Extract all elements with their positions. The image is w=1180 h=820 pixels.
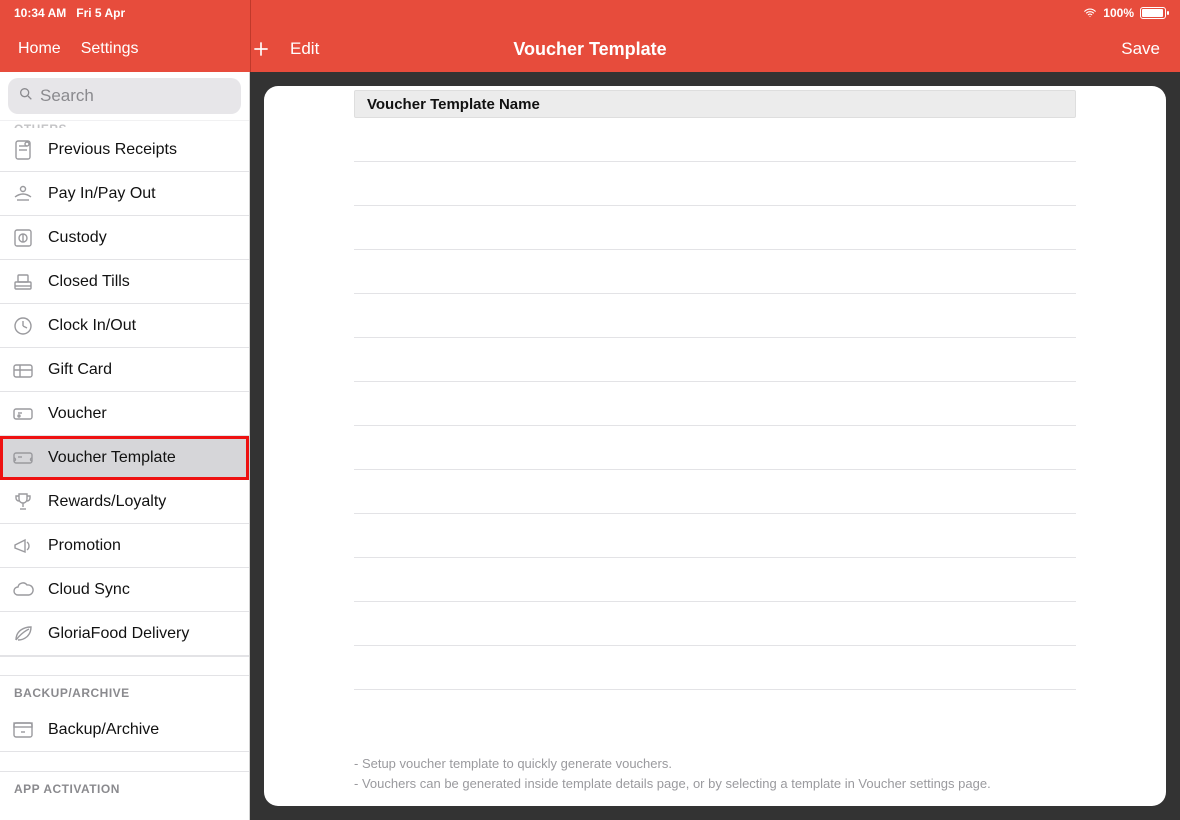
table-row[interactable] — [354, 250, 1076, 294]
section-header-backup: BACKUP/ARCHIVE — [0, 676, 249, 708]
table-row[interactable] — [354, 382, 1076, 426]
sidebar-item-clock-in-out[interactable]: Clock In/Out — [0, 304, 249, 348]
battery-icon — [1140, 7, 1166, 19]
search-placeholder: Search — [40, 86, 94, 106]
sidebar-item-label: GloriaFood Delivery — [48, 625, 189, 643]
archive-icon — [10, 717, 36, 743]
voucher-template-table-body — [354, 118, 1076, 744]
table-row[interactable] — [354, 338, 1076, 382]
megaphone-icon — [10, 533, 36, 559]
table-row[interactable] — [354, 294, 1076, 338]
payinout-icon — [10, 181, 36, 207]
table-row[interactable] — [354, 162, 1076, 206]
sidebar-item-cloud-sync[interactable]: Cloud Sync — [0, 568, 249, 612]
table-row[interactable] — [354, 514, 1076, 558]
sidebar-item-rewards-loyalty[interactable]: Rewards/Loyalty — [0, 480, 249, 524]
sidebar-item-gift-card[interactable]: Gift Card — [0, 348, 249, 392]
sidebar-item-gloriafood-delivery[interactable]: GloriaFood Delivery — [0, 612, 249, 656]
search-input[interactable]: Search — [8, 78, 241, 114]
page-title: Voucher Template — [513, 39, 666, 60]
table-row[interactable] — [354, 470, 1076, 514]
status-time: 10:34 AM — [14, 6, 66, 20]
sidebar-item-promotion[interactable]: Promotion — [0, 524, 249, 568]
sidebar-item-label: Pay In/Pay Out — [48, 185, 156, 203]
sidebar-item-label: Closed Tills — [48, 273, 130, 291]
sidebar-item-label: Promotion — [48, 537, 121, 555]
table-row[interactable] — [354, 206, 1076, 250]
sidebar-item-label: Gift Card — [48, 361, 112, 379]
sidebar-item-label: Voucher — [48, 405, 107, 423]
search-icon — [18, 86, 34, 107]
nav-settings-button[interactable]: Settings — [81, 40, 139, 58]
safe-icon — [10, 225, 36, 251]
sidebar-item-backup-archive[interactable]: Backup/Archive — [0, 708, 249, 752]
section-header-activation: APP ACTIVATION — [0, 772, 249, 804]
add-button[interactable] — [250, 38, 272, 60]
sidebar-item-custody[interactable]: Custody — [0, 216, 249, 260]
battery-percent: 100% — [1103, 6, 1134, 20]
save-button[interactable]: Save — [1121, 39, 1160, 59]
sidebar-item-label: Cloud Sync — [48, 581, 130, 599]
sidebar-item-label: Clock In/Out — [48, 317, 136, 335]
sidebar-item-voucher-template[interactable]: Voucher Template — [0, 436, 249, 480]
till-icon — [10, 269, 36, 295]
main-content: Voucher Template Name - Setup voucher te… — [250, 72, 1180, 820]
voucher-template-icon — [10, 445, 36, 471]
table-row[interactable] — [354, 646, 1076, 690]
trophy-icon — [10, 489, 36, 515]
edit-button[interactable]: Edit — [290, 39, 319, 59]
sidebar-item-closed-tills[interactable]: Closed Tills — [0, 260, 249, 304]
footer-note-1: - Setup voucher template to quickly gene… — [354, 754, 1076, 774]
sidebar-item-label: Backup/Archive — [48, 721, 159, 739]
status-date: Fri 5 Apr — [76, 6, 125, 20]
nav-home-button[interactable]: Home — [18, 40, 61, 58]
clock-icon — [10, 313, 36, 339]
sidebar-item-pay-in-pay-out[interactable]: Pay In/Pay Out — [0, 172, 249, 216]
sidebar-item-label: Rewards/Loyalty — [48, 493, 166, 511]
voucher-template-card: Voucher Template Name - Setup voucher te… — [264, 86, 1166, 806]
status-bar: 10:34 AM Fri 5 Apr 100% — [0, 0, 1180, 26]
sidebar-item-previous-receipts[interactable]: Previous Receipts — [0, 128, 249, 172]
footer-help-text: - Setup voucher template to quickly gene… — [264, 744, 1166, 798]
navigation-bar: Home Settings Edit Voucher Template Save — [0, 26, 1180, 72]
cloud-icon — [10, 577, 36, 603]
wifi-icon — [1083, 6, 1097, 20]
sidebar-item-label: Custody — [48, 229, 107, 247]
table-header-name: Voucher Template Name — [354, 90, 1076, 118]
table-row[interactable] — [354, 118, 1076, 162]
settings-sidebar: Search OTHERS Previous Receipts Pay In/Pa… — [0, 72, 250, 820]
giftcard-icon — [10, 357, 36, 383]
sidebar-item-label: Previous Receipts — [48, 141, 177, 159]
section-header-others-partial: OTHERS — [0, 120, 249, 128]
table-row[interactable] — [354, 602, 1076, 646]
receipt-icon — [10, 137, 36, 163]
footer-note-2: - Vouchers can be generated inside templ… — [354, 774, 1076, 794]
voucher-icon — [10, 401, 36, 427]
leaf-icon — [10, 621, 36, 647]
table-row[interactable] — [354, 426, 1076, 470]
sidebar-item-label: Voucher Template — [48, 449, 176, 467]
sidebar-item-voucher[interactable]: Voucher — [0, 392, 249, 436]
table-row[interactable] — [354, 558, 1076, 602]
